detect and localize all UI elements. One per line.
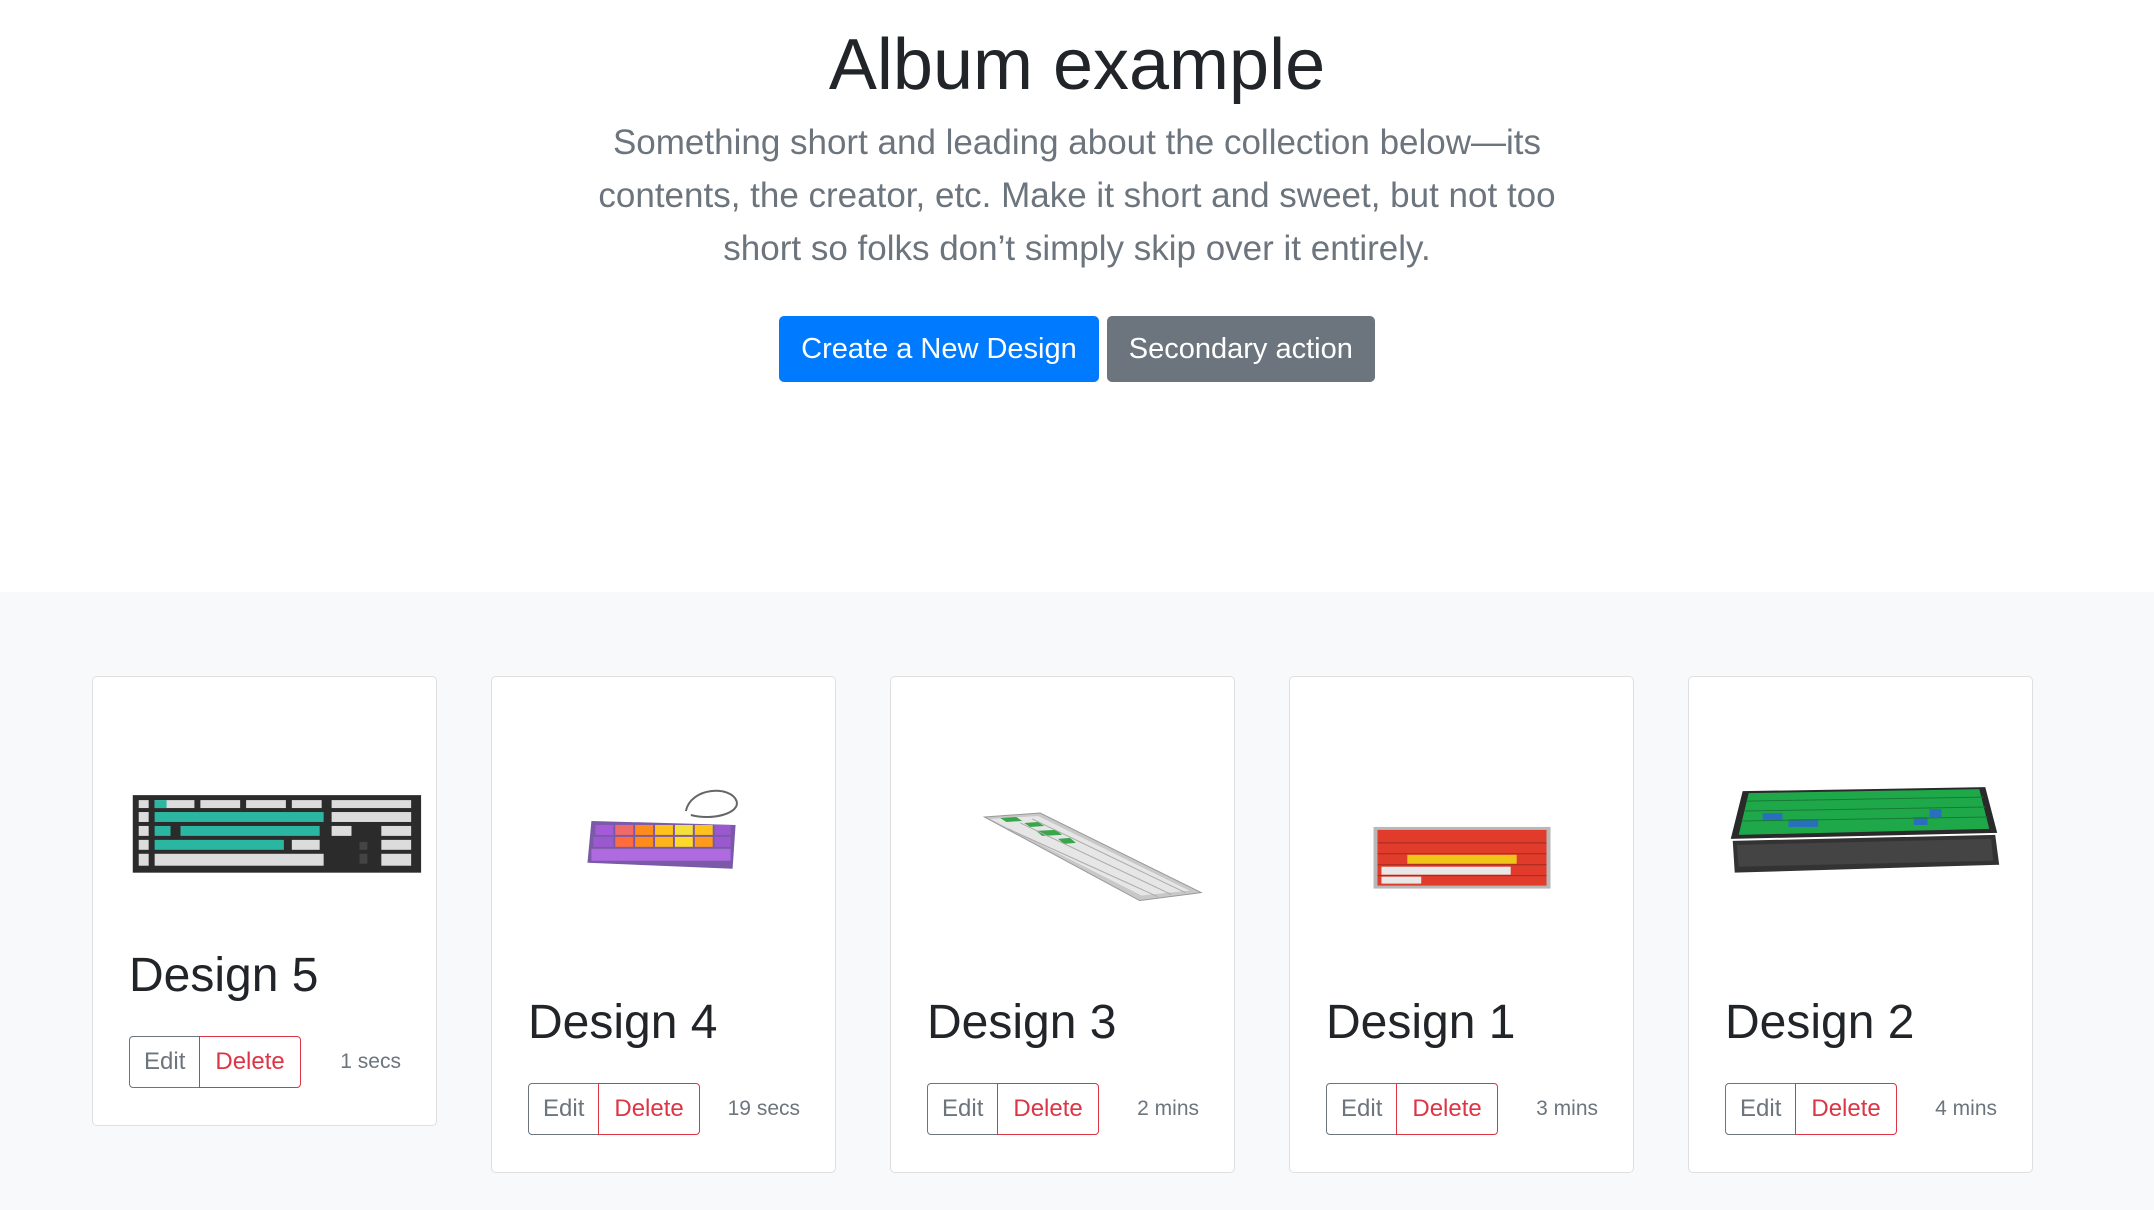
- card-title: Design 5: [129, 949, 319, 1002]
- hero-actions: Create a New Design Secondary action: [0, 316, 2154, 382]
- hero-lead: Something short and leading about the co…: [598, 123, 1556, 268]
- design-thumbnail: [492, 717, 835, 917]
- delete-button[interactable]: Delete: [997, 1083, 1099, 1135]
- delete-button[interactable]: Delete: [1795, 1083, 1897, 1135]
- edit-button[interactable]: Edit: [129, 1036, 201, 1088]
- card-title: Design 1: [1326, 996, 1516, 1049]
- card-title: Design 2: [1725, 996, 1915, 1049]
- design-card: Design 1 Edit Delete 3 mins: [1289, 676, 1634, 1173]
- card-title: Design 3: [927, 996, 1117, 1049]
- card-timestamp: 4 mins: [1935, 1097, 1997, 1120]
- card-button-group: Edit Delete: [528, 1083, 700, 1135]
- card-button-group: Edit Delete: [1326, 1083, 1498, 1135]
- edit-button[interactable]: Edit: [1725, 1083, 1797, 1135]
- design-card: Design 5 Edit Delete 1 secs: [92, 676, 437, 1126]
- design-thumbnail: [1290, 717, 1633, 917]
- card-timestamp: 1 secs: [340, 1050, 401, 1073]
- card-button-group: Edit Delete: [1725, 1083, 1897, 1135]
- card-button-group: Edit Delete: [129, 1036, 301, 1088]
- card-button-group: Edit Delete: [927, 1083, 1099, 1135]
- card-timestamp: 19 secs: [727, 1097, 800, 1120]
- album-section: Design 5 Edit Delete 1 secs Design 4 Edi…: [0, 592, 2154, 1210]
- edit-button[interactable]: Edit: [528, 1083, 600, 1135]
- design-card: Design 4 Edit Delete 19 secs: [491, 676, 836, 1173]
- keyboard-thumbnail-colorful: [587, 789, 738, 869]
- page-title: Album example: [828, 25, 1326, 105]
- hero-section: Album example Something short and leadin…: [0, 0, 2154, 592]
- card-timestamp: 2 mins: [1137, 1097, 1199, 1120]
- delete-button[interactable]: Delete: [598, 1083, 700, 1135]
- design-thumbnail: [891, 717, 1234, 917]
- edit-button[interactable]: Edit: [927, 1083, 999, 1135]
- design-thumbnail: [93, 717, 436, 917]
- keyboard-thumbnail-green: [1730, 787, 2000, 873]
- create-design-button[interactable]: Create a New Design: [779, 316, 1099, 382]
- keyboard-thumbnail-white: [982, 812, 1203, 902]
- keyboard-thumbnail-dark: [132, 795, 422, 873]
- delete-button[interactable]: Delete: [1396, 1083, 1498, 1135]
- edit-button[interactable]: Edit: [1326, 1083, 1398, 1135]
- design-card: Design 2 Edit Delete 4 mins: [1688, 676, 2033, 1173]
- keyboard-thumbnail-red: [1373, 826, 1551, 889]
- design-thumbnail: [1689, 717, 2032, 917]
- delete-button[interactable]: Delete: [199, 1036, 301, 1088]
- card-title: Design 4: [528, 996, 718, 1049]
- secondary-action-button[interactable]: Secondary action: [1106, 316, 1375, 382]
- design-card: Design 3 Edit Delete 2 mins: [890, 676, 1235, 1173]
- card-timestamp: 3 mins: [1536, 1097, 1598, 1120]
